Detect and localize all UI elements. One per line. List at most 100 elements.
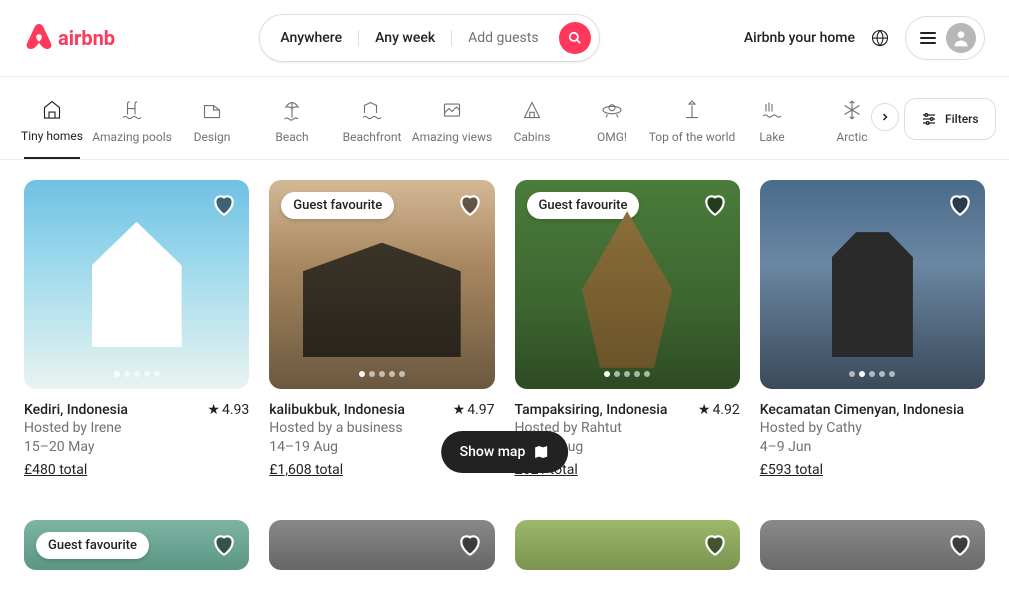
guest-favourite-badge: Guest favourite	[527, 192, 640, 219]
category-omg[interactable]: OMG!	[584, 94, 640, 158]
guest-favourite-badge: Guest favourite	[36, 532, 149, 559]
category-lake[interactable]: Lake	[744, 94, 800, 158]
listing-rating: ★ 4.93	[207, 401, 249, 420]
cabins-icon	[520, 98, 544, 122]
category-label: Amazing views	[412, 130, 492, 144]
omg-icon	[600, 98, 624, 122]
listing-dates: 15–20 May	[24, 438, 249, 457]
heart-icon[interactable]	[947, 192, 973, 218]
category-beachfront[interactable]: Beachfront	[344, 94, 400, 158]
listing-image[interactable]: Guest favourite	[269, 180, 494, 389]
listing-card[interactable]: Kediri, Indonesia ★ 4.93 Hosted by Irene…	[24, 180, 249, 480]
listing-rating: ★ 4.97	[453, 401, 495, 420]
airbnb-logo-icon	[24, 23, 54, 53]
design-icon	[200, 98, 224, 122]
listing-host: Hosted by Irene	[24, 419, 249, 438]
hamburger-icon	[920, 32, 936, 44]
category-top-of-world[interactable]: Top of the world	[664, 94, 720, 158]
show-map-button[interactable]: Show map	[441, 431, 569, 473]
listing-title: Kecamatan Cimenyan, Indonesia	[760, 401, 964, 420]
listing-card[interactable]	[760, 520, 985, 570]
show-map-label: Show map	[460, 444, 526, 460]
arctic-icon	[840, 98, 864, 122]
image-dots	[114, 371, 160, 377]
listings-grid-row2: Guest favourite	[0, 500, 1009, 590]
category-amazing-views[interactable]: Amazing views	[424, 94, 480, 158]
listing-card[interactable]	[269, 520, 494, 570]
categories-next-button[interactable]	[871, 103, 899, 131]
filters-icon	[921, 111, 937, 127]
category-label: Top of the world	[649, 130, 736, 144]
header: airbnb Anywhere Any week Add guests Airb…	[0, 0, 1009, 77]
image-dots	[359, 371, 405, 377]
filters-button[interactable]: Filters	[904, 98, 996, 140]
listing-price: £480 total	[24, 461, 249, 480]
category-design[interactable]: Design	[184, 94, 240, 158]
image-dots	[604, 371, 650, 377]
user-menu[interactable]	[905, 16, 985, 60]
listing-title: Kediri, Indonesia	[24, 401, 128, 420]
listing-title: kalibukbuk, Indonesia	[269, 401, 405, 420]
search-anyweek[interactable]: Any week	[359, 30, 452, 46]
listing-image[interactable]	[515, 520, 740, 570]
category-arctic[interactable]: Arctic	[824, 94, 880, 158]
listing-image[interactable]: Guest favourite	[24, 520, 249, 570]
heart-icon[interactable]	[457, 532, 483, 558]
search-icon	[568, 31, 582, 45]
brand-text: airbnb	[58, 26, 115, 50]
category-label: Beachfront	[343, 130, 402, 144]
beachfront-icon	[360, 98, 384, 122]
views-icon	[440, 98, 464, 122]
header-right: Airbnb your home	[744, 16, 985, 60]
chevron-right-icon	[879, 111, 891, 123]
heart-icon[interactable]	[702, 192, 728, 218]
category-label: Lake	[759, 130, 784, 144]
pool-icon	[120, 98, 144, 122]
listing-card[interactable]: Kecamatan Cimenyan, Indonesia Hosted by …	[760, 180, 985, 480]
search-guests[interactable]: Add guests	[452, 30, 554, 46]
listing-image[interactable]	[760, 180, 985, 389]
category-label: OMG!	[597, 130, 627, 144]
categories-bar: Tiny homes Amazing pools Design Beach Be…	[0, 77, 1009, 160]
listing-image[interactable]	[760, 520, 985, 570]
listing-card[interactable]	[515, 520, 740, 570]
listing-rating: ★ 4.92	[698, 401, 740, 420]
heart-icon[interactable]	[947, 532, 973, 558]
avatar	[946, 23, 976, 53]
top-world-icon	[680, 98, 704, 122]
heart-icon[interactable]	[702, 532, 728, 558]
host-link[interactable]: Airbnb your home	[744, 30, 855, 46]
map-icon	[533, 444, 549, 460]
listing-image[interactable]	[269, 520, 494, 570]
category-label: Arctic	[836, 130, 867, 144]
category-label: Beach	[275, 130, 308, 144]
search-button[interactable]	[559, 22, 591, 54]
listing-image[interactable]: Guest favourite	[515, 180, 740, 389]
heart-icon[interactable]	[211, 192, 237, 218]
listing-image[interactable]	[24, 180, 249, 389]
lake-icon	[760, 98, 784, 122]
person-icon	[951, 28, 971, 48]
category-label: Cabins	[514, 130, 551, 144]
category-beach[interactable]: Beach	[264, 94, 320, 158]
category-label: Amazing pools	[92, 130, 172, 144]
logo[interactable]: airbnb	[24, 23, 115, 53]
beach-icon	[280, 98, 304, 122]
listing-price: £593 total	[760, 461, 985, 480]
category-cabins[interactable]: Cabins	[504, 94, 560, 158]
listing-card[interactable]: Guest favourite	[24, 520, 249, 570]
search-anywhere[interactable]: Anywhere	[280, 30, 359, 46]
filters-label: Filters	[945, 112, 979, 126]
category-label: Tiny homes	[21, 129, 83, 143]
category-amazing-pools[interactable]: Amazing pools	[104, 94, 160, 158]
category-tiny-homes[interactable]: Tiny homes	[24, 93, 80, 159]
guest-favourite-badge: Guest favourite	[281, 192, 394, 219]
image-dots	[849, 371, 895, 377]
globe-icon[interactable]	[871, 29, 889, 47]
category-label: Design	[194, 130, 231, 144]
tiny-homes-icon	[40, 97, 64, 121]
heart-icon[interactable]	[211, 532, 237, 558]
heart-icon[interactable]	[457, 192, 483, 218]
listing-host: Hosted by Cathy	[760, 419, 985, 438]
search-bar[interactable]: Anywhere Any week Add guests	[259, 14, 599, 62]
